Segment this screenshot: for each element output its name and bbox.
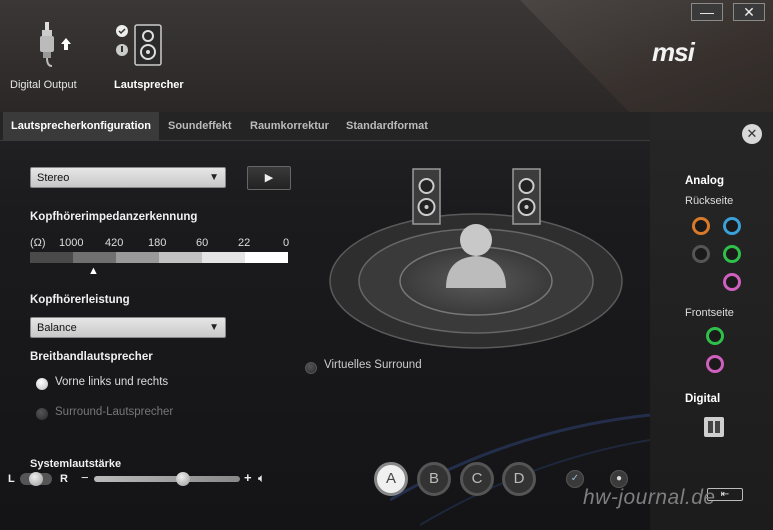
scale-segment (73, 252, 116, 263)
device-digital-output[interactable]: Digital Output (10, 22, 90, 94)
minimize-button[interactable]: — (691, 3, 723, 21)
radio-indicator (36, 378, 48, 390)
front-jack-green[interactable] (706, 327, 724, 345)
radio-label: Surround-Lautsprecher (55, 406, 174, 418)
impedance-tick: 22 (238, 237, 251, 249)
system-volume-title: Systemlautstärke (30, 458, 122, 470)
msi-logo: msi (652, 37, 695, 67)
close-button[interactable]: ✕ (733, 3, 765, 21)
device-speaker[interactable]: Lautsprecher (112, 22, 187, 94)
analog-heading: Analog (685, 175, 724, 187)
virtual-surround-label: Virtuelles Surround (324, 359, 422, 371)
impedance-indicator: ▲ (88, 265, 99, 277)
impedance-unit: (Ω) (30, 237, 46, 249)
watermark: hw-journal.de (583, 486, 716, 509)
radio-indicator (305, 362, 317, 374)
radio-front-lr[interactable]: Vorne links und rechts (36, 376, 236, 392)
front-jack-pink[interactable] (706, 355, 724, 373)
speaker-config-select[interactable]: Stereo ▼ (30, 167, 226, 188)
impedance-scale (30, 252, 288, 263)
front-left-speaker-icon[interactable] (412, 168, 442, 226)
tab-standardformat[interactable]: Standardformat (338, 112, 436, 140)
headphone-power-title: Kopfhörerleistung (30, 294, 130, 306)
radio-surround[interactable]: Surround-Lautsprecher (36, 406, 236, 422)
volume-plus-button[interactable]: + (244, 470, 252, 485)
status-icons (116, 25, 128, 56)
front-right-speaker-icon[interactable] (512, 168, 542, 226)
check-icon[interactable]: ✓ (566, 470, 584, 488)
impedance-tick: 60 (196, 237, 209, 249)
volume-slider[interactable] (94, 472, 240, 486)
rear-jack-gray[interactable] (692, 245, 710, 263)
digital-heading: Digital (685, 393, 721, 405)
device-label: Digital Output (10, 79, 77, 91)
scale-segment (30, 252, 73, 263)
headphone-power-value: Balance (37, 322, 77, 334)
balance-slider-thumb[interactable] (29, 472, 43, 486)
play-test-button[interactable]: ▶ (247, 166, 291, 190)
speaker-room-visualization (329, 213, 623, 349)
impedance-title: Kopfhörerimpedanzerkennung (30, 211, 198, 223)
radio-label: Vorne links und rechts (55, 376, 169, 388)
fullrange-title: Breitbandlautsprecher (30, 351, 153, 363)
balance-right-label: R (60, 473, 68, 485)
speaker-icon (134, 24, 162, 66)
impedance-tick: 180 (148, 237, 167, 249)
balance-left-label: L (8, 473, 15, 485)
device-label: Lautsprecher (114, 79, 184, 91)
profile-c-button[interactable]: C (460, 462, 494, 496)
rear-jack-orange[interactable] (692, 217, 710, 235)
digital-port-icon[interactable] (704, 417, 724, 437)
tab-raumkorrektur[interactable]: Raumkorrektur (242, 112, 337, 140)
virtual-surround-toggle[interactable]: Virtuelles Surround (305, 359, 485, 375)
profile-a-button[interactable]: A (374, 462, 408, 496)
impedance-tick: 420 (105, 237, 124, 249)
tab-lautsprecherkonfiguration[interactable]: Lautsprecherkonfiguration (3, 112, 159, 140)
scale-segment (202, 252, 245, 263)
scale-segment (245, 252, 288, 263)
speaker-config-value: Stereo (37, 172, 70, 184)
volume-slider-thumb[interactable] (176, 472, 190, 486)
scale-segment (116, 252, 159, 263)
tools-icon[interactable]: ✕ (742, 124, 762, 144)
volume-minus-button[interactable]: − (81, 470, 89, 485)
jack-panel: ✕ Analog Rückseite Frontseite Digital ⇤ (650, 112, 773, 530)
app-window: Digital Output Lautsprecher — ✕ msi ⚙ i … (0, 0, 773, 530)
digital-output-plug-icon (40, 22, 71, 67)
tab-bar: Lautsprecherkonfiguration Soundeffekt Ra… (0, 112, 650, 141)
chevron-down-icon: ▼ (209, 322, 219, 333)
impedance-tick: 0 (283, 237, 290, 249)
scale-segment (159, 252, 202, 263)
chevron-down-icon: ▼ (209, 172, 219, 183)
headphone-power-select[interactable]: Balance ▼ (30, 317, 226, 338)
profile-d-button[interactable]: D (502, 462, 536, 496)
balance-slider[interactable] (20, 472, 52, 486)
rear-label: Rückseite (685, 195, 734, 207)
speaker-volume-icon[interactable]: 🔈︎ (258, 471, 265, 486)
profile-b-button[interactable]: B (417, 462, 451, 496)
radio-indicator (36, 408, 48, 420)
tab-soundeffekt[interactable]: Soundeffekt (160, 112, 240, 140)
rear-jack-pink[interactable] (723, 273, 741, 291)
impedance-tick: 1000 (59, 237, 84, 249)
rear-jack-blue[interactable] (723, 217, 741, 235)
rear-jack-green[interactable] (723, 245, 741, 263)
front-label: Frontseite (685, 307, 734, 319)
